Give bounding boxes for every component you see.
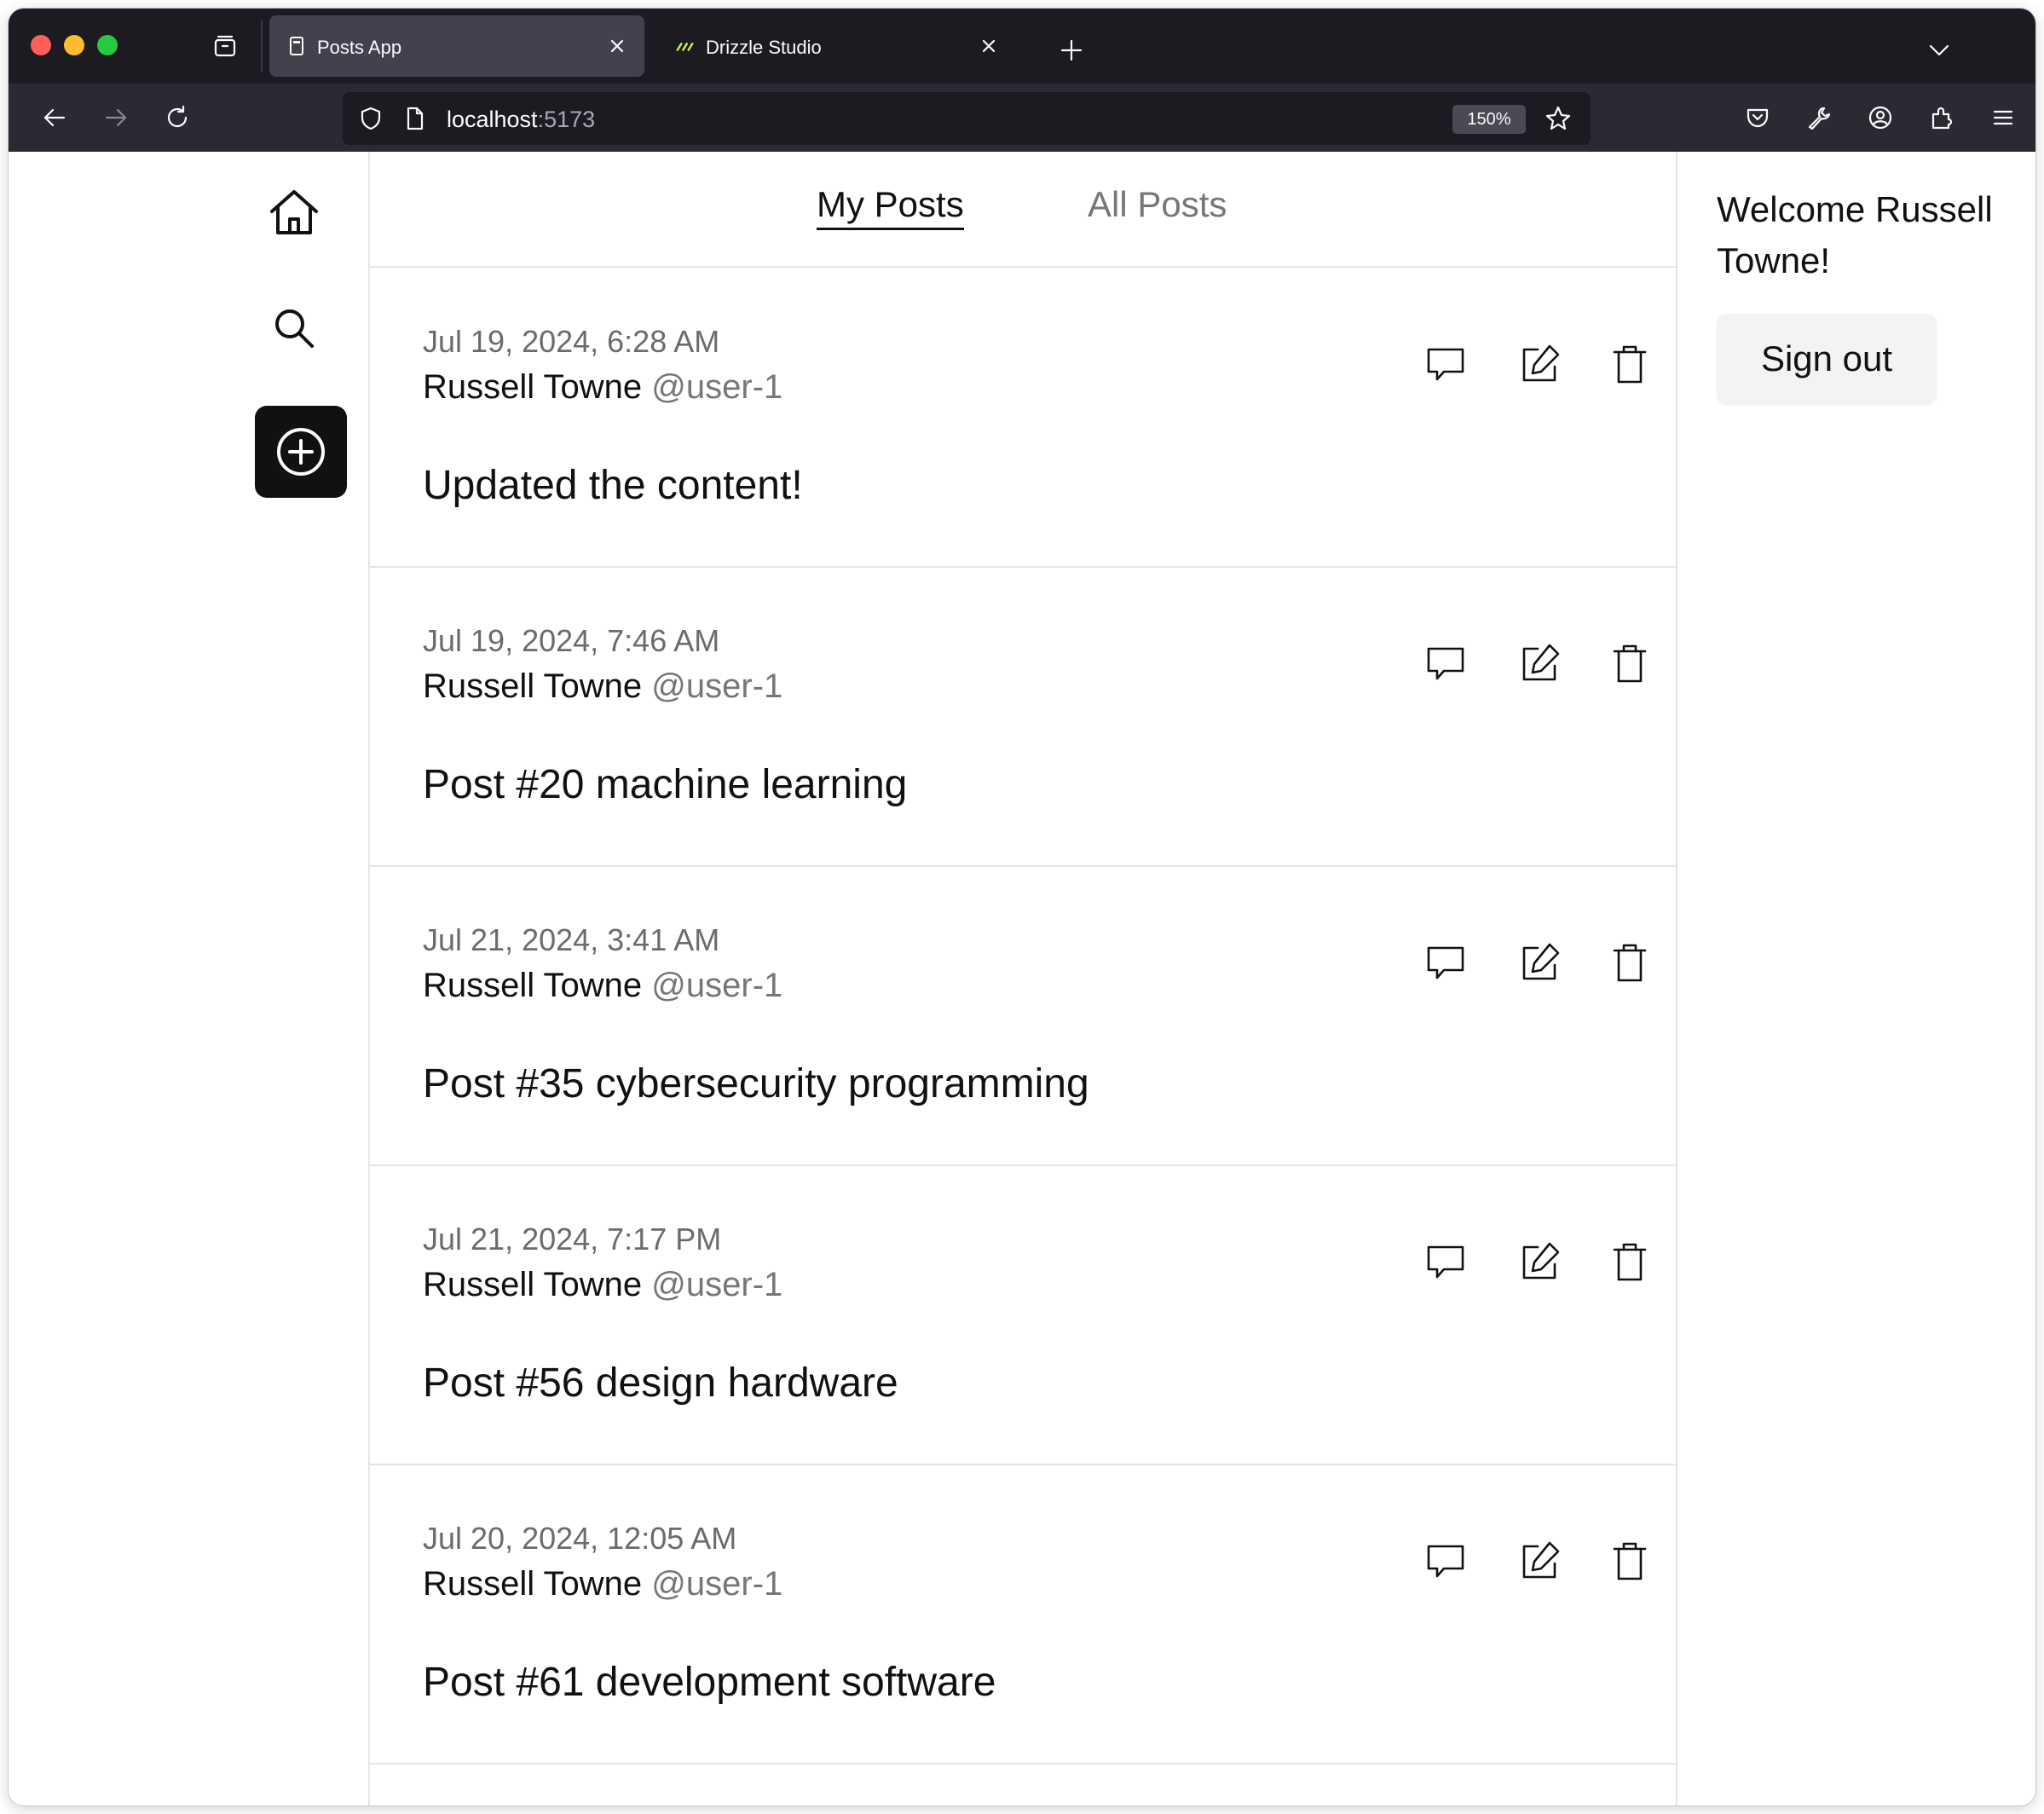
post-date: Jul 21, 2024, 3:41 AM — [423, 922, 720, 957]
tab-title: Drizzle Studio — [706, 37, 822, 58]
post-date: Jul 19, 2024, 7:46 AM — [423, 623, 720, 658]
navigation-toolbar: localhost:5173 150% — [9, 84, 2035, 152]
new-tab-icon[interactable] — [1059, 38, 1084, 63]
post-content: Post #35 cybersecurity programming — [423, 1061, 1089, 1106]
sign-out-button[interactable]: Sign out — [1717, 314, 1937, 404]
post-content: Updated the content! — [423, 463, 803, 508]
page-info-icon[interactable] — [402, 104, 428, 133]
trash-icon[interactable] — [1602, 637, 1657, 691]
trash-icon[interactable] — [1602, 1534, 1657, 1589]
url-text[interactable]: localhost:5173 — [447, 107, 595, 133]
extensions-puzzle-icon[interactable] — [1926, 102, 1957, 133]
minimize-window-button[interactable] — [64, 35, 84, 55]
post-author: Russell Towne @user-1 — [423, 368, 782, 407]
address-bar[interactable]: localhost:5173 150% — [343, 92, 1591, 145]
edit-icon[interactable] — [1512, 637, 1567, 691]
back-arrow-icon[interactable] — [39, 102, 70, 133]
post-date: Jul 19, 2024, 6:28 AM — [423, 324, 720, 359]
post-item: Jul 21, 2024, 7:17 PM Russell Towne @use… — [370, 1165, 1676, 1465]
url-host: localhost — [447, 107, 538, 132]
post-item: Jul 20, 2024, 12:05 AM Russell Towne @us… — [370, 1464, 1676, 1765]
author-handle: @user-1 — [651, 1565, 783, 1603]
author-name: Russell Towne — [423, 1266, 643, 1303]
edit-icon[interactable] — [1512, 936, 1567, 991]
posts-feed: My Posts All Posts Jul 19, 2024, 6:28 AM… — [368, 152, 1677, 1805]
post-item: Jul 19, 2024, 7:46 AM Russell Towne @use… — [370, 567, 1676, 867]
post-content: Post #56 design hardware — [423, 1360, 898, 1406]
author-name: Russell Towne — [423, 1565, 643, 1603]
trash-icon[interactable] — [1602, 338, 1657, 392]
home-icon[interactable] — [264, 182, 324, 242]
trash-icon[interactable] — [1602, 1235, 1657, 1290]
tab-all-posts[interactable]: All Posts — [1088, 184, 1227, 225]
post-content: Post #61 development software — [423, 1660, 996, 1705]
drizzle-icon — [675, 36, 696, 56]
comment-icon[interactable] — [1418, 1235, 1473, 1290]
user-panel: Welcome Russell Towne! Sign out — [1676, 152, 2035, 1805]
comment-icon[interactable] — [1418, 1534, 1473, 1589]
tab-my-posts[interactable]: My Posts — [817, 184, 964, 230]
author-handle: @user-1 — [651, 967, 783, 1004]
post-item: Jul 19, 2024, 6:28 AM Russell Towne @use… — [370, 268, 1676, 568]
bookmark-star-icon[interactable] — [1543, 103, 1573, 134]
author-name: Russell Towne — [423, 667, 643, 705]
edit-icon[interactable] — [1512, 1235, 1567, 1290]
account-icon[interactable] — [1865, 102, 1896, 133]
search-icon[interactable] — [264, 298, 324, 358]
tab-drizzle-studio[interactable]: Drizzle Studio — [658, 15, 1016, 77]
close-tab-icon[interactable] — [977, 34, 1001, 58]
post-date: Jul 21, 2024, 7:17 PM — [423, 1222, 722, 1257]
post-author: Russell Towne @user-1 — [423, 1266, 782, 1304]
hamburger-menu-icon[interactable] — [1988, 102, 2018, 133]
zoom-level-badge[interactable]: 150% — [1452, 105, 1526, 134]
comment-icon[interactable] — [1418, 936, 1473, 991]
url-port: :5173 — [537, 107, 596, 132]
edit-icon[interactable] — [1512, 1534, 1567, 1589]
page-content: My Posts All Posts Jul 19, 2024, 6:28 AM… — [9, 152, 2035, 1805]
author-name: Russell Towne — [423, 368, 643, 406]
create-post-icon[interactable] — [255, 406, 347, 498]
author-handle: @user-1 — [651, 667, 783, 705]
list-tabs-chevron-down-icon[interactable] — [1926, 38, 1952, 63]
document-icon — [286, 36, 307, 56]
comment-icon[interactable] — [1418, 338, 1473, 392]
edit-icon[interactable] — [1512, 338, 1567, 392]
tab-title: Posts App — [317, 37, 402, 58]
author-name: Russell Towne — [423, 967, 643, 1004]
post-author: Russell Towne @user-1 — [423, 1565, 782, 1603]
tab-separator — [261, 20, 263, 72]
close-window-button[interactable] — [31, 35, 51, 55]
welcome-message: Welcome Russell Towne! — [1717, 189, 1993, 280]
pocket-icon[interactable] — [1742, 102, 1773, 133]
post-author: Russell Towne @user-1 — [423, 667, 782, 706]
post-content: Post #20 machine learning — [423, 762, 908, 807]
maximize-window-button[interactable] — [97, 35, 118, 55]
post-item: Jul 21, 2024, 3:41 AM Russell Towne @use… — [370, 866, 1676, 1166]
author-handle: @user-1 — [651, 1266, 783, 1303]
comment-icon[interactable] — [1418, 637, 1473, 691]
forward-arrow-icon[interactable] — [101, 102, 131, 133]
trash-icon[interactable] — [1602, 936, 1657, 991]
author-handle: @user-1 — [651, 368, 783, 406]
tab-groups-icon[interactable] — [210, 31, 240, 61]
wrench-icon[interactable] — [1804, 102, 1834, 133]
close-tab-icon[interactable] — [605, 34, 629, 58]
feed-tabs: My Posts All Posts — [370, 152, 1676, 268]
post-author: Russell Towne @user-1 — [423, 967, 782, 1005]
left-navigation — [9, 152, 368, 1805]
browser-window: Posts App Drizzle Studio localhost:5173 … — [9, 9, 2035, 1805]
tab-posts-app[interactable]: Posts App — [269, 15, 644, 77]
reload-icon[interactable] — [162, 102, 193, 133]
tab-bar: Posts App Drizzle Studio — [9, 9, 2035, 84]
post-date: Jul 20, 2024, 12:05 AM — [423, 1521, 737, 1556]
shield-icon[interactable] — [356, 104, 385, 133]
